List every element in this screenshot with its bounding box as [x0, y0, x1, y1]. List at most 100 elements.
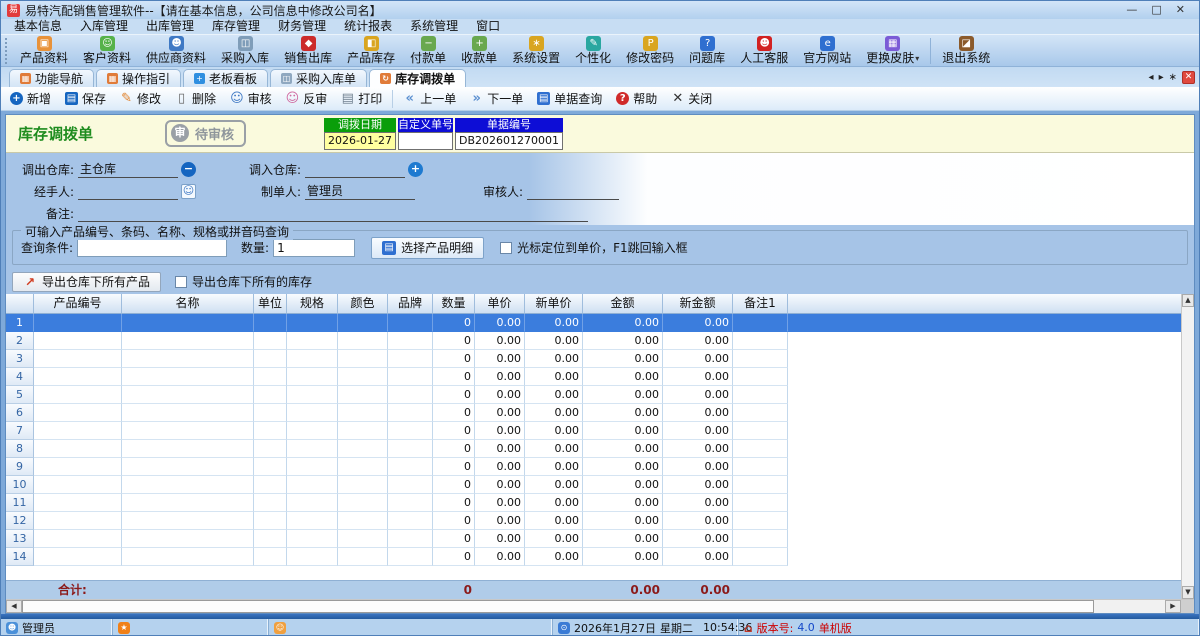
- cell-new-price[interactable]: 0.00: [525, 530, 583, 548]
- table-row[interactable]: 4 0 0.00 0.00 0.00: [6, 368, 1181, 386]
- cell-brand[interactable]: [388, 476, 433, 494]
- cell-brand[interactable]: [388, 422, 433, 440]
- toolbar-button[interactable]: ◧ 产品库存: [340, 35, 403, 66]
- cell-new-price[interactable]: 0.00: [525, 332, 583, 350]
- cell-spec[interactable]: [287, 404, 338, 422]
- toolbar-button[interactable]: ▦ 更换皮肤▾: [859, 35, 926, 66]
- cell-name[interactable]: [122, 350, 254, 368]
- col-header[interactable]: 产品编号: [34, 294, 122, 314]
- cell-new-amount[interactable]: 0.00: [663, 512, 733, 530]
- scroll-left-icon[interactable]: ◀: [6, 600, 22, 613]
- cell-brand[interactable]: [388, 494, 433, 512]
- cell-product-code[interactable]: [34, 548, 122, 566]
- cell-product-code[interactable]: [34, 512, 122, 530]
- cell-unit[interactable]: [254, 368, 287, 386]
- cell-remark[interactable]: [733, 530, 788, 548]
- cell-amount[interactable]: 0.00: [583, 386, 663, 404]
- cell-new-price[interactable]: 0.00: [525, 404, 583, 422]
- cell-new-price[interactable]: 0.00: [525, 440, 583, 458]
- cell-brand[interactable]: [388, 368, 433, 386]
- toolbar-button[interactable]: ∗ 系统设置: [505, 35, 568, 66]
- cell-spec[interactable]: [287, 332, 338, 350]
- cell-product-code[interactable]: [34, 368, 122, 386]
- cell-name[interactable]: [122, 332, 254, 350]
- select-product-detail-button[interactable]: ▤ 选择产品明细: [371, 237, 484, 259]
- cell-quantity[interactable]: 0: [433, 404, 475, 422]
- cell-color[interactable]: [338, 332, 388, 350]
- cell-amount[interactable]: 0.00: [583, 404, 663, 422]
- horizontal-scrollbar[interactable]: ◀ ▶: [6, 599, 1194, 613]
- cell-amount[interactable]: 0.00: [583, 440, 663, 458]
- cell-spec[interactable]: [287, 368, 338, 386]
- cell-amount[interactable]: 0.00: [583, 512, 663, 530]
- cell-new-amount[interactable]: 0.00: [663, 350, 733, 368]
- col-header[interactable]: 金额: [583, 294, 663, 314]
- action-button[interactable]: ▤ 保存: [58, 88, 113, 110]
- cell-brand[interactable]: [388, 332, 433, 350]
- cell-unit[interactable]: [254, 422, 287, 440]
- cell-price[interactable]: 0.00: [475, 386, 525, 404]
- table-row[interactable]: 13 0 0.00 0.00 0.00: [6, 530, 1181, 548]
- cell-quantity[interactable]: 0: [433, 530, 475, 548]
- cell-product-code[interactable]: [34, 476, 122, 494]
- cell-quantity[interactable]: 0: [433, 350, 475, 368]
- cell-unit[interactable]: [254, 332, 287, 350]
- cell-price[interactable]: 0.00: [475, 476, 525, 494]
- cell-quantity[interactable]: 0: [433, 386, 475, 404]
- cell-spec[interactable]: [287, 440, 338, 458]
- cell-amount[interactable]: 0.00: [583, 458, 663, 476]
- toolbar-button[interactable]: ☻ 人工客服: [733, 35, 796, 66]
- cell-unit[interactable]: [254, 350, 287, 368]
- cell-new-amount[interactable]: 0.00: [663, 368, 733, 386]
- cell-quantity[interactable]: 0: [433, 512, 475, 530]
- cell-color[interactable]: [338, 512, 388, 530]
- cell-unit[interactable]: [254, 386, 287, 404]
- table-row[interactable]: 6 0 0.00 0.00 0.00: [6, 404, 1181, 422]
- cell-new-price[interactable]: 0.00: [525, 314, 583, 332]
- cell-amount[interactable]: 0.00: [583, 548, 663, 566]
- cell-amount[interactable]: 0.00: [583, 530, 663, 548]
- col-header[interactable]: 新单价: [525, 294, 583, 314]
- cell-product-code[interactable]: [34, 440, 122, 458]
- auditor-field[interactable]: [527, 183, 619, 200]
- cell-price[interactable]: 0.00: [475, 422, 525, 440]
- action-button[interactable]: ? 帮助: [609, 88, 664, 110]
- cell-new-price[interactable]: 0.00: [525, 548, 583, 566]
- cell-name[interactable]: [122, 512, 254, 530]
- query-condition-input[interactable]: [77, 239, 227, 257]
- cell-price[interactable]: 0.00: [475, 512, 525, 530]
- table-row[interactable]: 1 0 0.00 0.00 0.00: [6, 314, 1181, 332]
- cell-remark[interactable]: [733, 494, 788, 512]
- cell-remark[interactable]: [733, 386, 788, 404]
- cell-new-amount[interactable]: 0.00: [663, 332, 733, 350]
- cell-price[interactable]: 0.00: [475, 368, 525, 386]
- cell-remark[interactable]: [733, 332, 788, 350]
- col-header[interactable]: 颜色: [338, 294, 388, 314]
- cell-quantity[interactable]: 0: [433, 314, 475, 332]
- cell-unit[interactable]: [254, 404, 287, 422]
- cell-remark[interactable]: [733, 314, 788, 332]
- cell-new-price[interactable]: 0.00: [525, 476, 583, 494]
- cell-new-amount[interactable]: 0.00: [663, 440, 733, 458]
- cell-product-code[interactable]: [34, 314, 122, 332]
- cell-price[interactable]: 0.00: [475, 548, 525, 566]
- table-row[interactable]: 12 0 0.00 0.00 0.00: [6, 512, 1181, 530]
- cell-new-price[interactable]: 0.00: [525, 368, 583, 386]
- export-stock-checkbox[interactable]: [175, 276, 187, 288]
- table-row[interactable]: 7 0 0.00 0.00 0.00: [6, 422, 1181, 440]
- cell-new-price[interactable]: 0.00: [525, 422, 583, 440]
- cell-remark[interactable]: [733, 368, 788, 386]
- cell-brand[interactable]: [388, 458, 433, 476]
- tab[interactable]: ▦ 操作指引: [96, 69, 181, 87]
- cell-unit[interactable]: [254, 494, 287, 512]
- cell-quantity[interactable]: 0: [433, 368, 475, 386]
- action-button[interactable]: ☺ 审核: [223, 88, 279, 110]
- cell-price[interactable]: 0.00: [475, 458, 525, 476]
- action-button[interactable]: » 下一单: [463, 88, 530, 110]
- action-button[interactable]: + 新增: [3, 88, 58, 110]
- cell-product-code[interactable]: [34, 530, 122, 548]
- cell-price[interactable]: 0.00: [475, 350, 525, 368]
- cell-quantity[interactable]: 0: [433, 332, 475, 350]
- minimize-button[interactable]: —: [1126, 2, 1137, 18]
- cell-remark[interactable]: [733, 458, 788, 476]
